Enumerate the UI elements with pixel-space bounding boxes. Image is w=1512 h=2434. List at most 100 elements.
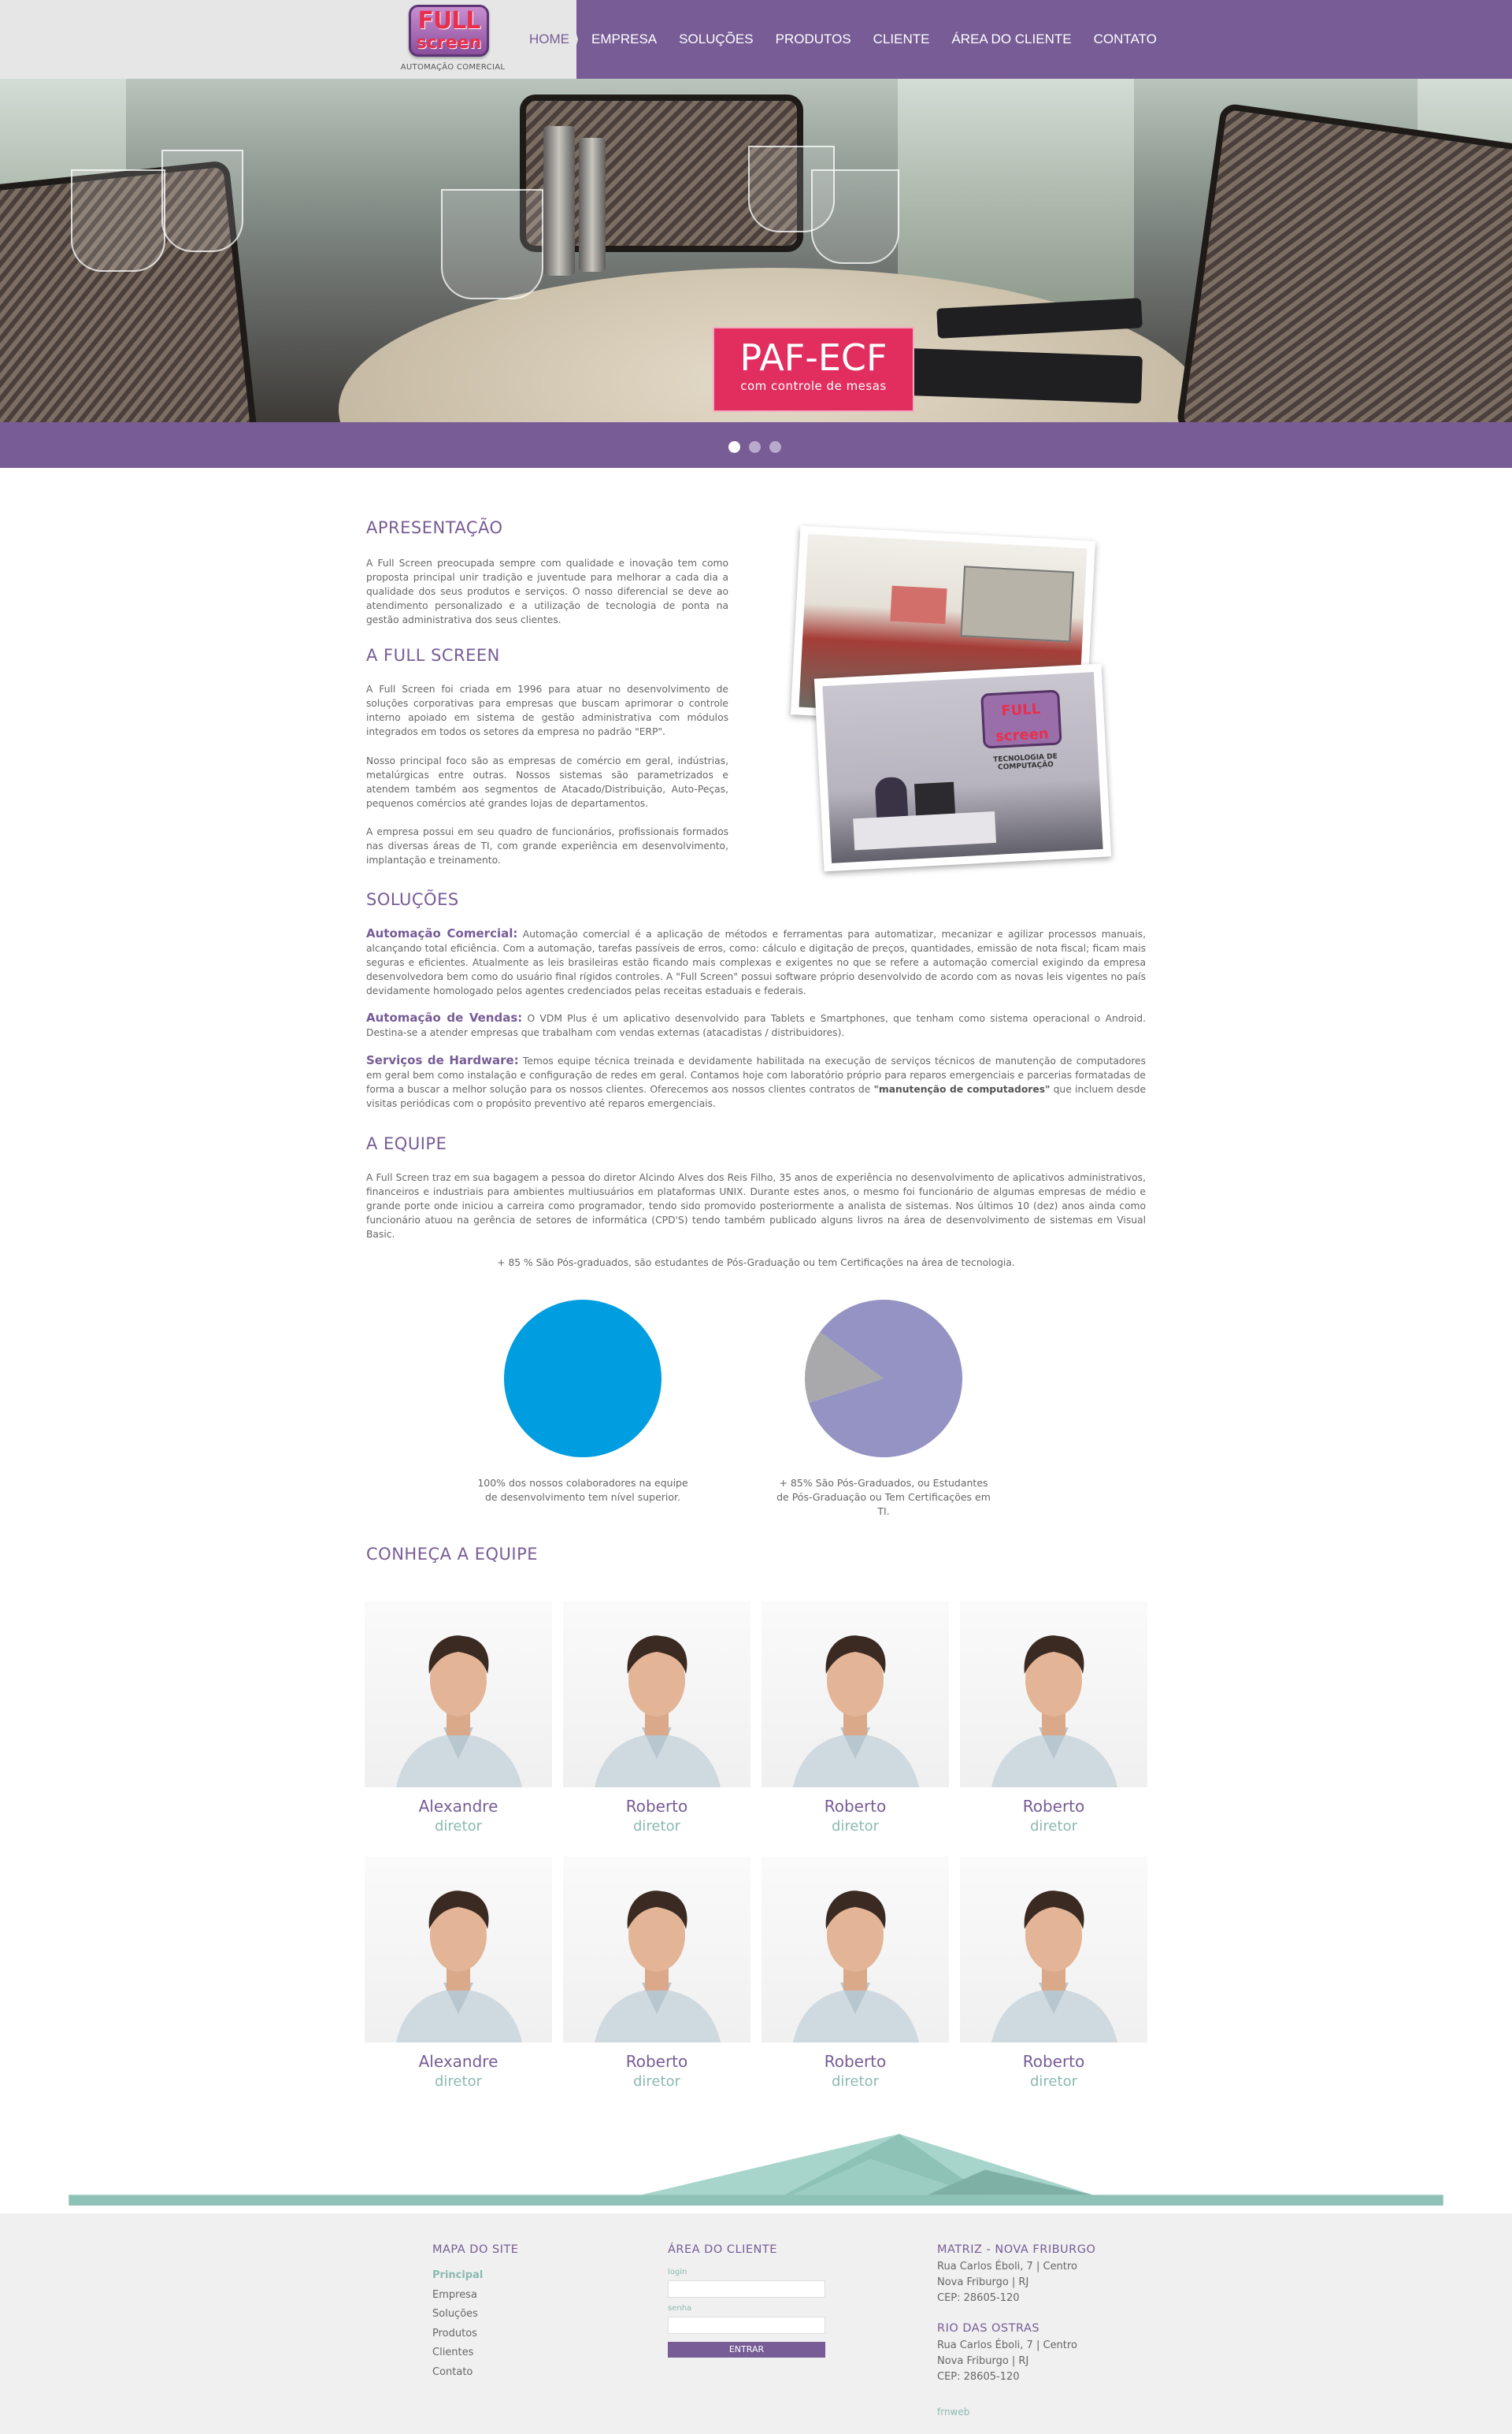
team-member-photo [365, 1601, 552, 1787]
pie-chart-1-svg [504, 1300, 662, 1457]
nav-produtos[interactable]: PRODUTOS [776, 32, 851, 47]
footer-link-clientes[interactable]: Clientes [432, 2343, 483, 2363]
office1-title: MATRIZ - NOVA FRIBURGO [937, 2243, 1096, 2256]
footer-link-empresa[interactable]: Empresa [432, 2286, 483, 2306]
team-member-portrait [396, 1635, 522, 1787]
photo-office-sign-line1: FULL [1000, 700, 1041, 720]
pie-slice [504, 1300, 662, 1457]
team-member-role: diretor [633, 1818, 680, 1835]
team-member-role: diretor [435, 1818, 482, 1835]
team-member-photo [960, 1601, 1147, 1787]
pie-chart-2-svg [805, 1300, 962, 1457]
site-header: FULL screen AUTOMAÇÃO COMERCIAL HOME EMP… [0, 0, 1512, 79]
company-photos: FULL screen TECNOLOGIA DE COMPUTAÇÃO [788, 525, 1118, 876]
login-input[interactable] [668, 2280, 825, 2298]
apresentacao-text: A Full Screen preocupada sempre com qual… [366, 558, 728, 625]
photo-office: FULL screen TECNOLOGIA DE COMPUTAÇÃO [813, 663, 1112, 872]
nav-cliente[interactable]: CLIENTE [873, 32, 930, 47]
photo-office-sign: FULL screen [980, 689, 1062, 749]
slider-dot-1[interactable] [728, 441, 740, 453]
solucao-automacao-vendas: Automação de Vendas: O VDM Plus é um apl… [366, 1011, 1146, 1040]
team-member-role: diretor [832, 1818, 879, 1835]
logo-tagline: AUTOMAÇÃO COMERCIAL [400, 63, 506, 72]
team-member-portrait [991, 1890, 1117, 2043]
team-card[interactable]: Roberto diretor [563, 1601, 750, 1846]
nav-empresa[interactable]: EMPRESA [591, 32, 657, 47]
photo-sign [890, 585, 947, 625]
team-member-portrait [991, 1635, 1117, 1787]
full-screen-p3: A empresa possui em seu quadro de funcio… [366, 826, 728, 866]
hero-badge-title: PAF-ECF [739, 336, 888, 379]
footer-link-produtos[interactable]: Produtos [432, 2325, 483, 2344]
office1-line: Nova Friburgo | RJ [937, 2276, 1029, 2288]
team-member-portrait [595, 1890, 721, 2043]
team-member-photo [762, 1857, 949, 2043]
login-label: login [668, 2268, 687, 2276]
team-card[interactable]: Alexandre diretor [365, 1857, 552, 2101]
team-card[interactable]: Roberto diretor [563, 1857, 750, 2101]
team-card[interactable]: Roberto diretor [960, 1857, 1147, 2101]
site-logo[interactable]: FULL screen AUTOMAÇÃO COMERCIAL [398, 5, 508, 76]
section-title-team: CONHEÇA A EQUIPE [366, 1545, 538, 1564]
full-screen-p2: Nosso principal foco são as empresas de … [366, 755, 728, 809]
footer-link-principal[interactable]: Principal [432, 2266, 483, 2286]
hero-salt-shaker [543, 126, 575, 276]
nav-solucoes[interactable]: SOLUÇÕES [679, 32, 753, 47]
slider-dot-3[interactable] [769, 441, 781, 453]
senha-label: senha [668, 2304, 692, 2313]
pie-chart-1-caption: 100% dos nossos colaboradores na equipe … [477, 1477, 688, 1503]
team-card[interactable]: Alexandre diretor [365, 1601, 552, 1846]
pie-chart-2-caption: + 85% São Pós-Graduados, ou Estudantes d… [776, 1477, 991, 1517]
team-member-photo [365, 1857, 552, 2043]
hero-glass [161, 150, 243, 252]
hero-slider[interactable]: PAF-ECF com controle de mesas [0, 79, 1512, 422]
nav-area-do-cliente[interactable]: ÁREA DO CLIENTE [951, 32, 1071, 47]
team-member-name: Alexandre [418, 1797, 498, 1816]
photo-office-image: FULL screen TECNOLOGIA DE COMPUTAÇÃO [822, 672, 1103, 863]
footer-link-contato[interactable]: Contato [432, 2363, 483, 2383]
footer-link-solucoes[interactable]: Soluções [432, 2305, 483, 2325]
team-member-portrait [793, 1635, 919, 1787]
office2-title: RIO DAS OSTRAS [937, 2322, 1040, 2335]
solucao-servicos-hardware: Serviços de Hardware: Temos equipe técni… [366, 1053, 1146, 1111]
team-card[interactable]: Roberto diretor [960, 1601, 1147, 1846]
section-title-solucoes: SOLUÇÕES [366, 890, 459, 909]
senha-input[interactable] [668, 2317, 825, 2334]
team-member-name: Roberto [824, 1797, 887, 1816]
team-member-portrait [595, 1635, 721, 1787]
hero-badge[interactable]: PAF-ECF com controle de mesas [713, 327, 914, 412]
footer-band [69, 2195, 1443, 2206]
team-member-role: diretor [1030, 1818, 1077, 1835]
hero-glass [71, 169, 165, 272]
nav-home[interactable]: HOME [529, 32, 569, 47]
team-member-name: Roberto [1022, 2052, 1085, 2071]
section-title-equipe: A EQUIPE [366, 1134, 447, 1153]
equipe-stat-line: + 85 % São Pós-graduados, são estudantes… [497, 1257, 1015, 1268]
office2-line: CEP: 28605-120 [937, 2371, 1020, 2383]
team-member-role: diretor [832, 2073, 879, 2090]
hero-glass [811, 169, 899, 264]
solucao-highlight: "manutenção de computadores" [873, 1084, 1051, 1095]
solucao-label: Serviços de Hardware: [366, 1053, 519, 1067]
team-card[interactable]: Roberto diretor [762, 1857, 949, 2101]
entrar-button[interactable]: ENTRAR [668, 2342, 825, 2358]
team-card[interactable]: Roberto diretor [762, 1601, 949, 1846]
office2-line: Rua Carlos Éboli, 7 | Centro [937, 2339, 1077, 2351]
team-member-role: diretor [633, 2073, 680, 2090]
hero-pepper-shaker [579, 138, 606, 272]
footer-credit[interactable]: frnweb [937, 2406, 969, 2417]
photo-window [960, 566, 1074, 643]
solucao-automacao-comercial: Automação Comercial: Automação comercial… [366, 926, 1146, 998]
team-member-portrait [793, 1890, 919, 2043]
hero-badge-subtitle: com controle de mesas [740, 379, 887, 393]
slider-dot-2[interactable] [749, 441, 761, 453]
office2-address: Rua Carlos Éboli, 7 | Centro Nova Fribur… [937, 2338, 1077, 2385]
nav-contato[interactable]: CONTATO [1094, 32, 1157, 47]
footer-sitemap: Principal Empresa Soluções Produtos Clie… [432, 2266, 483, 2382]
equipe-text: A Full Screen traz em sua bagagem a pess… [366, 1172, 1146, 1240]
footer-sitemap-title: MAPA DO SITE [432, 2243, 519, 2256]
hero-chair [1176, 102, 1512, 422]
slider-dots [728, 441, 781, 453]
team-member-photo [960, 1857, 1147, 2043]
logo-text-line2: screen [416, 33, 482, 53]
